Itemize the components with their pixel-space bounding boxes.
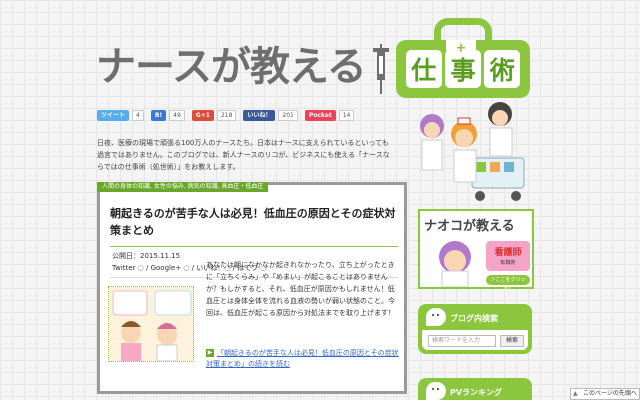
search-input[interactable]: 検索ワードを入力: [428, 335, 496, 347]
site-title[interactable]: ナースが教える: [96, 34, 367, 92]
ranking-widget-title: PVランキング: [450, 388, 502, 397]
site-header: ナースが教える 仕 事 術 +: [96, 14, 536, 98]
site-intro: 日夜、医療の現場で頑張る100万人のナースたち。日本はナースに支えられているとい…: [97, 139, 390, 171]
tweet-count: 4: [132, 110, 144, 121]
leaf-mascot-icon: [426, 308, 446, 326]
continue-reading-text[interactable]: 「朝起きるのが苦手な人は必見！低血圧の原因とその症状対策まとめ」の続きを読む: [206, 349, 399, 368]
search-widget-body: 検索ワードを入力 検索: [422, 330, 528, 350]
naoko-banner[interactable]: ナオコが教える 看護師 転職術 ＞ここをクリック！: [418, 209, 534, 293]
medical-cross-icon: +: [446, 40, 476, 56]
continue-reading-link[interactable]: ▶ 「朝起きるのが苦手な人は必見！低血圧の原因とその症状対策まとめ」の続きを読む: [206, 348, 402, 370]
thumbnail-illustration: [109, 287, 193, 361]
google-plus-button[interactable]: G+1: [191, 110, 214, 121]
facebook-like-count: 201: [278, 110, 298, 121]
pocket-count: 14: [338, 110, 355, 121]
hatena-button[interactable]: B!: [150, 110, 167, 121]
naoko-title: ナオコが教える: [424, 219, 515, 234]
pocket-button[interactable]: Pocket: [304, 110, 336, 121]
search-button[interactable]: 検索: [500, 335, 524, 347]
article-date: 公開日：2015.11.15: [112, 252, 181, 260]
syringe-icon: [373, 44, 389, 94]
naoko-click-here[interactable]: ＞ここをクリック！: [486, 275, 530, 293]
naoko-subtitle: 転職術: [500, 260, 516, 266]
search-widget: ブログ内検索 検索ワードを入力 検索: [418, 304, 532, 354]
divider: [110, 246, 398, 247]
search-widget-title: ブログ内検索: [450, 314, 498, 323]
article-excerpt: あなたは朝になかなか起きれなかったり、立ち上がったときに「立ちくらみ」や「めまい…: [206, 261, 395, 317]
category-bar[interactable]: 人間の身体の知識, 女性の悩み, 病気の知識, 高血圧・低血圧: [97, 182, 269, 192]
ranking-widget: PVランキング: [418, 378, 532, 400]
bag-char: 術: [484, 50, 521, 88]
facebook-like-button[interactable]: いいね！: [243, 110, 276, 121]
arrow-right-icon: ▶: [206, 349, 214, 357]
leaf-mascot-icon: [426, 382, 446, 400]
naoko-character-illustration: [439, 241, 471, 287]
logo-bag[interactable]: 仕 事 術 +: [396, 18, 530, 98]
naoko-badge: 看護師: [486, 241, 530, 271]
back-to-top-link[interactable]: このページの先頭へ: [570, 388, 640, 400]
hatena-count: 49: [169, 110, 185, 121]
article-thumbnail[interactable]: [108, 286, 194, 362]
bag-char: 仕: [405, 50, 442, 88]
article-card: 朝起きるのが苦手な人は必見！低血圧の原因とその症状対策まとめ 公開日：2015.…: [97, 182, 407, 394]
nurses-illustration: [420, 102, 525, 201]
article-title[interactable]: 朝起きるのが苦手な人は必見！低血圧の原因とその症状対策まとめ: [110, 205, 398, 239]
google-plus-count: 218: [216, 110, 237, 121]
tweet-button[interactable]: ツイート: [97, 110, 130, 121]
social-buttons: ツイート 4 B! 49 G+1 218 いいね！ 201 Pocket 14: [97, 110, 358, 121]
